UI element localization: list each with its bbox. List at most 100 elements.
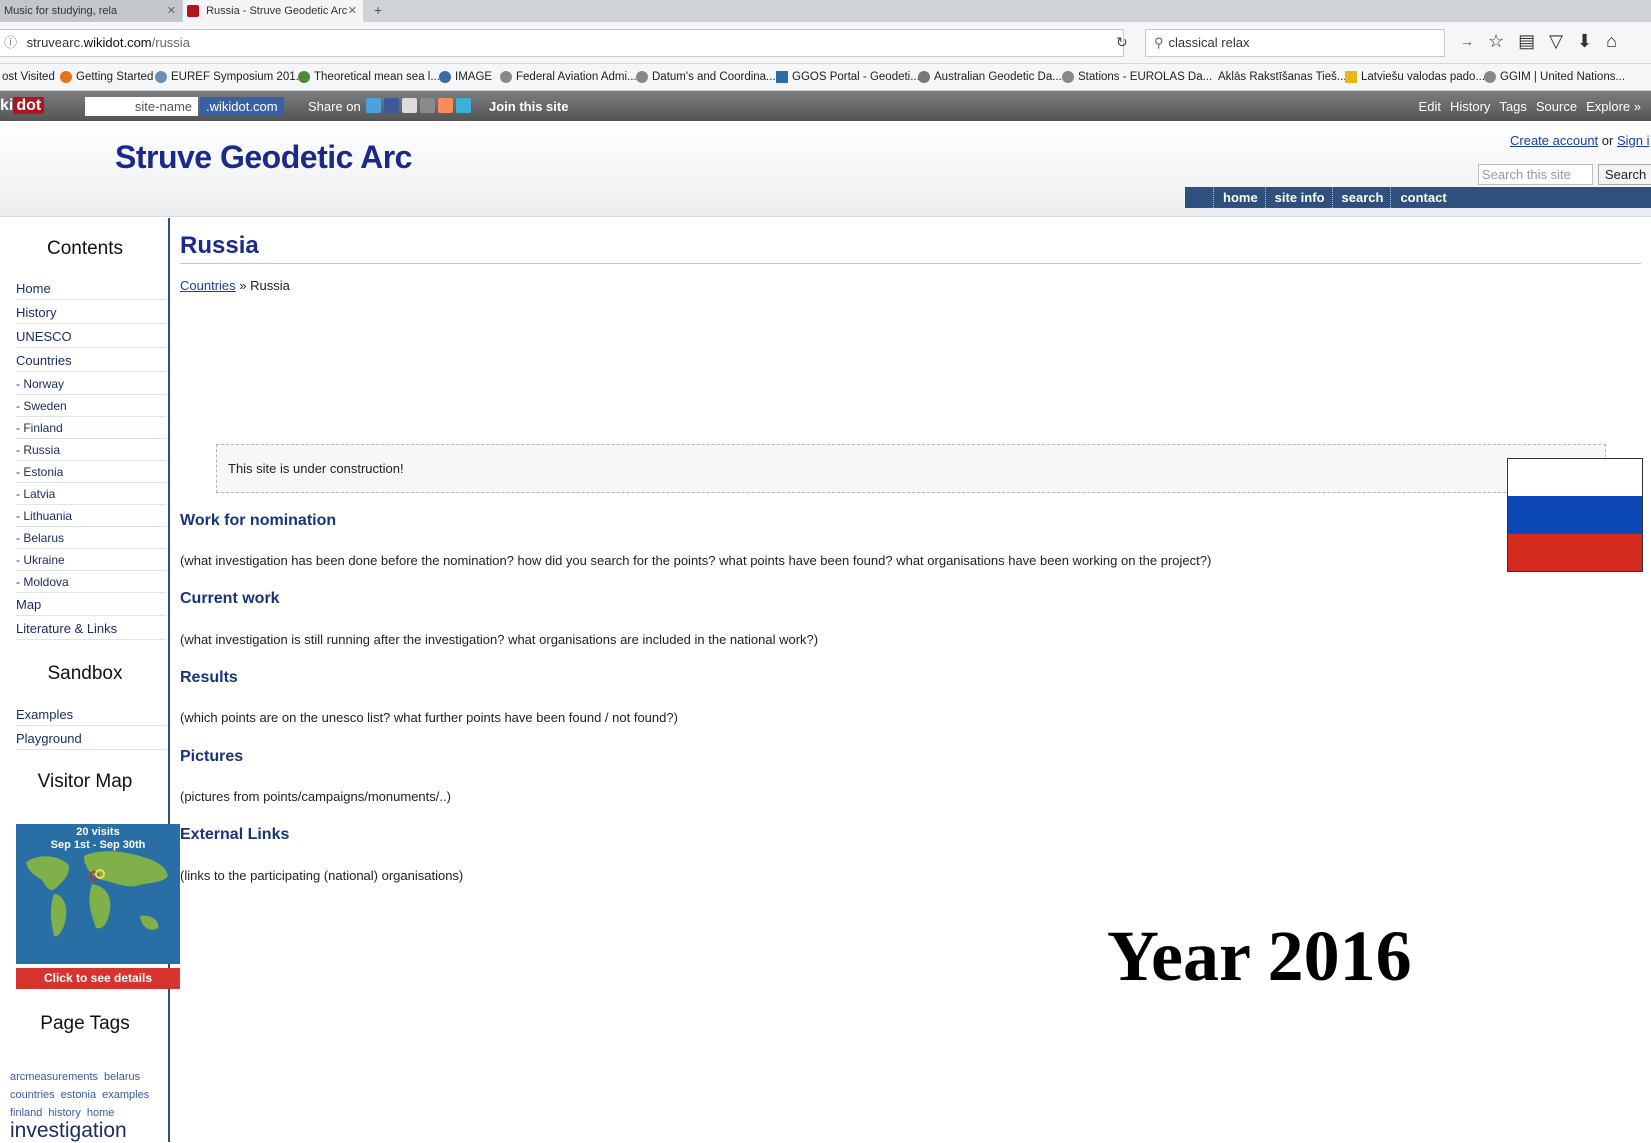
nav-home[interactable]: home xyxy=(1213,187,1265,208)
bookmark-item[interactable]: Stations - EUROLAS Da... xyxy=(1062,64,1212,90)
sidebar-item-playground[interactable]: Playground xyxy=(16,728,166,750)
bookmark-item[interactable]: Datum's and Coordina... xyxy=(636,64,776,90)
tag-link[interactable]: belarus xyxy=(104,1071,140,1083)
breadcrumb: Countries » Russia xyxy=(180,278,290,293)
russia-flag xyxy=(1507,458,1643,572)
search-icon: ⚲ xyxy=(1154,35,1164,50)
visitor-map-heading: Visitor Map xyxy=(37,771,133,792)
sidebar-item-estonia[interactable]: - Estonia xyxy=(16,461,166,483)
close-icon[interactable]: ✕ xyxy=(348,0,357,22)
sidebar-item-ukraine[interactable]: - Ukraine xyxy=(16,549,166,571)
sidebar-item-home[interactable]: Home xyxy=(16,278,166,300)
tag-link[interactable]: countries xyxy=(10,1089,55,1101)
tag-link[interactable]: investigation xyxy=(10,1119,127,1142)
download-icon[interactable]: ⬇ xyxy=(1577,31,1606,51)
reload-icon[interactable]: ↻ xyxy=(1116,34,1128,51)
bookmark-item[interactable]: IMAGE xyxy=(439,64,492,90)
sidebar-item-sweden[interactable]: - Sweden xyxy=(16,395,166,417)
sidebar-item-unesco[interactable]: UNESCO xyxy=(16,326,166,348)
flag-stripe-red xyxy=(1508,533,1642,571)
bookmark-item[interactable]: EUREF Symposium 201... xyxy=(155,64,305,90)
new-tab-icon[interactable]: + xyxy=(374,0,382,20)
search-go-icon[interactable]: → xyxy=(1460,33,1474,49)
sidebar-item-lithuania[interactable]: - Lithuania xyxy=(16,505,166,527)
explore-link[interactable]: Explore » xyxy=(1586,99,1641,114)
create-account-link[interactable]: Create account xyxy=(1510,133,1598,148)
bookmark-item[interactable]: Aklās Rakstīšanas Tieš... xyxy=(1218,64,1346,90)
sidebar: Contents Home History UNESCO Countries -… xyxy=(0,218,170,1142)
wikidot-logo[interactable]: ki dot xyxy=(0,97,45,115)
tag-link[interactable]: examples xyxy=(102,1089,149,1101)
wikidot-bar: ki dot site-name .wikidot.com Share on Jo… xyxy=(0,91,1651,121)
site-title[interactable]: Struve Geodetic Arc xyxy=(115,139,412,176)
history-link[interactable]: History xyxy=(1450,99,1490,114)
twitter-icon[interactable] xyxy=(366,98,381,113)
tag-link[interactable]: arcmeasurements xyxy=(10,1071,98,1083)
site-search-button[interactable]: Search xyxy=(1598,164,1651,185)
reading-list-icon[interactable]: ▤ xyxy=(1518,31,1549,51)
sidebar-item-russia[interactable]: - Russia xyxy=(16,439,166,461)
delicious-icon[interactable] xyxy=(402,98,417,113)
tag-link[interactable]: estonia xyxy=(61,1089,96,1101)
reddit-icon[interactable] xyxy=(438,98,453,113)
page-title: Russia xyxy=(180,232,1641,264)
bookmark-item[interactable]: Latviešu valodas pado... xyxy=(1345,64,1485,90)
bookmark-star-icon[interactable]: ☆ xyxy=(1488,31,1518,51)
tag-link[interactable]: finland xyxy=(10,1107,42,1119)
breadcrumb-countries-link[interactable]: Countries xyxy=(180,278,236,293)
nav-site-info[interactable]: site info xyxy=(1264,187,1332,208)
section-heading-pictures: Pictures xyxy=(180,748,244,765)
browser-search-input[interactable]: ⚲ classical relax xyxy=(1145,29,1445,57)
edit-link[interactable]: Edit xyxy=(1419,99,1441,114)
sidebar-item-latvia[interactable]: - Latvia xyxy=(16,483,166,505)
breadcrumb-current: » Russia xyxy=(235,278,290,293)
browser-nav-bar: ⓘ struvearc.wikidot.com/russia ↻ ⚲ classi… xyxy=(0,22,1651,64)
bookmark-item[interactable]: Australian Geodetic Da... xyxy=(918,64,1062,90)
stumbleupon-icon[interactable] xyxy=(456,98,471,113)
site-name-input[interactable]: site-name xyxy=(85,97,198,116)
sidebar-item-countries[interactable]: Countries xyxy=(16,350,166,372)
sidebar-item-literature[interactable]: Literature & Links xyxy=(16,618,166,640)
tag-link[interactable]: history xyxy=(48,1107,80,1119)
tags-link[interactable]: Tags xyxy=(1499,99,1526,114)
info-icon[interactable]: ⓘ xyxy=(4,35,17,50)
section-text-results: (which points are on the unesco list? wh… xyxy=(180,710,678,725)
visitor-map-details-button[interactable]: Click to see details xyxy=(16,968,180,989)
bookmark-item[interactable]: ost Visited xyxy=(2,64,55,90)
join-site-link[interactable]: Join this site xyxy=(489,97,568,116)
bookmark-item[interactable]: GGIM | United Nations... xyxy=(1484,64,1625,90)
sidebar-item-history[interactable]: History xyxy=(16,302,166,324)
ggos-icon xyxy=(776,70,788,83)
bookmark-item[interactable]: Federal Aviation Admi... xyxy=(500,64,637,90)
sign-in-link[interactable]: Sign i xyxy=(1617,133,1650,148)
url-host-pre: struvearc. xyxy=(26,35,84,50)
contents-heading: Contents xyxy=(46,238,124,259)
toolbar-icons: ☆▤▽⬇⌂ xyxy=(1488,31,1631,52)
site-search-input[interactable]: Search this site xyxy=(1478,164,1593,185)
pocket-icon[interactable]: ▽ xyxy=(1549,31,1577,51)
sidebar-item-moldova[interactable]: - Moldova xyxy=(16,571,166,593)
facebook-icon[interactable] xyxy=(384,98,399,113)
nav-search[interactable]: search xyxy=(1331,187,1391,208)
home-icon[interactable]: ⌂ xyxy=(1606,31,1631,51)
url-bar[interactable]: ⓘ struvearc.wikidot.com/russia xyxy=(0,29,1124,57)
section-text-external-links: (links to the participating (national) o… xyxy=(180,868,464,883)
bookmark-item[interactable]: Getting Started xyxy=(60,64,153,90)
sidebar-item-finland[interactable]: - Finland xyxy=(16,417,166,439)
sidebar-item-belarus[interactable]: - Belarus xyxy=(16,527,166,549)
visitor-map[interactable]: 20 visits Sep 1st - Sep 30th xyxy=(16,824,180,964)
tag-link[interactable]: home xyxy=(87,1107,115,1119)
sidebar-item-map[interactable]: Map xyxy=(16,594,166,616)
tab-russia[interactable]: Russia - Struve Geodetic Arc ✕ xyxy=(183,0,363,22)
sidebar-item-examples[interactable]: Examples xyxy=(16,704,166,726)
tab-music[interactable]: Music for studying, rela ✕ xyxy=(0,0,182,22)
nav-contact[interactable]: contact xyxy=(1390,187,1453,208)
visitor-map-caption: 20 visits Sep 1st - Sep 30th xyxy=(16,826,180,852)
digg-icon[interactable] xyxy=(420,98,435,113)
sidebar-item-norway[interactable]: - Norway xyxy=(16,373,166,395)
bookmark-item[interactable]: Theoretical mean sea l... xyxy=(298,64,440,90)
source-link[interactable]: Source xyxy=(1536,99,1577,114)
bookmark-item[interactable]: GGOS Portal - Geodeti... xyxy=(776,64,920,90)
euref-icon xyxy=(155,70,167,83)
close-icon[interactable]: ✕ xyxy=(167,0,176,22)
